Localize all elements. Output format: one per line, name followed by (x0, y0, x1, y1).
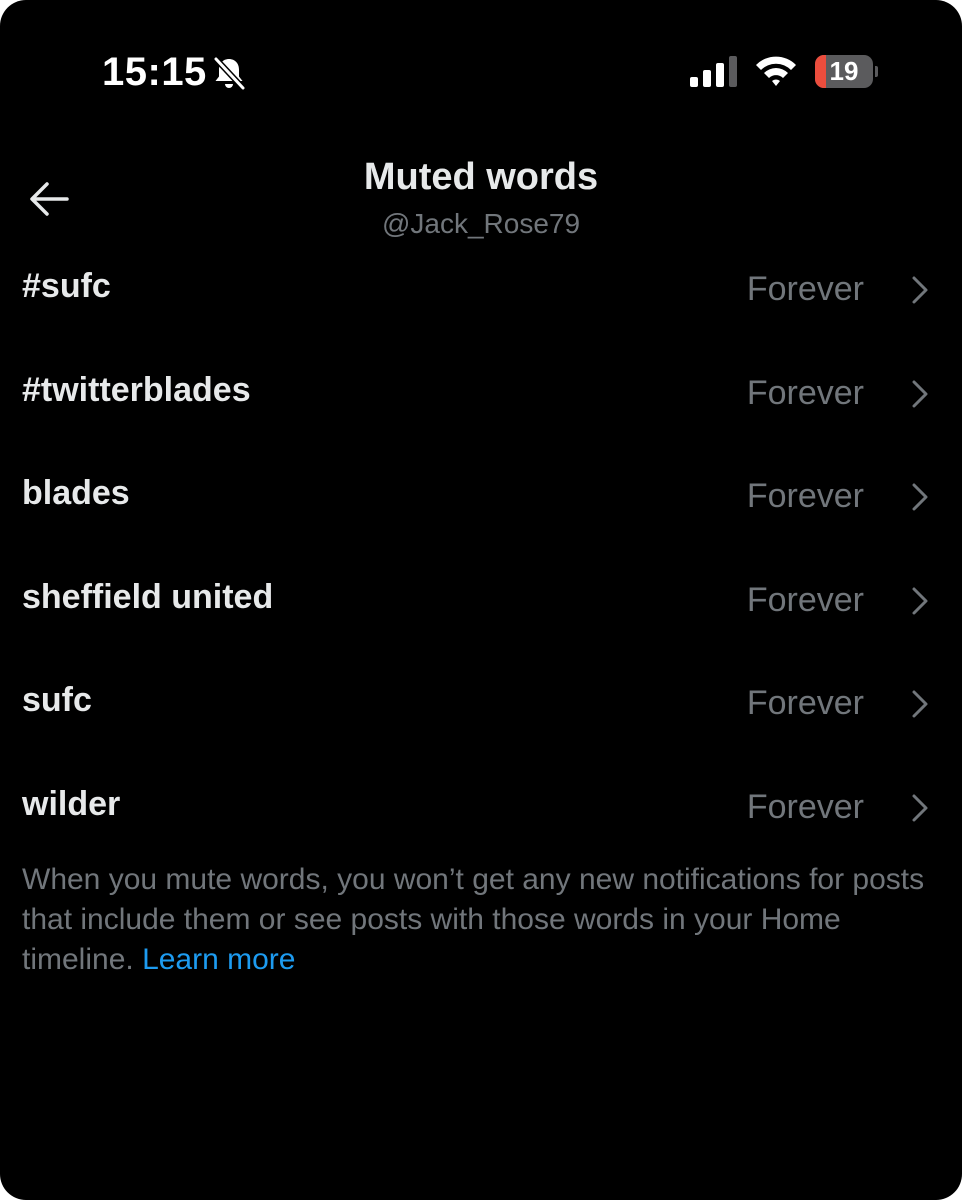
mute-duration: Forever (746, 580, 864, 619)
mute-duration: Forever (746, 787, 864, 826)
wifi-icon (756, 56, 796, 86)
muted-word-row[interactable]: #twitterblades Forever (0, 342, 962, 446)
mute-duration: Forever (746, 477, 864, 516)
chevron-right-icon (912, 690, 928, 718)
chevron-right-icon (912, 483, 928, 511)
muted-words-info: When you mute words, you won’t get any n… (22, 860, 940, 980)
learn-more-link[interactable]: Learn more (142, 943, 295, 976)
chevron-right-icon (912, 587, 928, 615)
muted-word-row[interactable]: blades Forever (0, 445, 962, 549)
muted-words-list: #sufc Forever #twitterblades Forever blades F… (0, 238, 962, 860)
muted-word-label: #twitterblades (22, 370, 251, 409)
account-handle: @Jack_Rose79 (381, 208, 581, 239)
page-title: Muted words (363, 156, 599, 198)
muted-words-screen: 15:15 19 Muted words @Jack_Rose79 #sufc … (0, 0, 962, 1200)
muted-word-row[interactable]: #sufc Forever (0, 238, 962, 342)
mute-duration: Forever (746, 270, 864, 308)
battery-icon: 19 (815, 55, 878, 88)
battery-level: 19 (829, 56, 859, 86)
muted-word-row[interactable]: wilder Forever (0, 756, 962, 860)
chevron-right-icon (912, 380, 928, 408)
status-bar: 15:15 19 (0, 0, 962, 140)
cellular-signal-icon (690, 56, 737, 87)
mute-duration: Forever (746, 373, 864, 412)
muted-word-label: blades (22, 474, 130, 513)
chevron-right-icon (912, 276, 928, 304)
muted-word-label: #sufc (22, 267, 111, 305)
mute-duration: Forever (746, 684, 864, 723)
muted-word-row[interactable]: sheffield united Forever (0, 549, 962, 653)
status-time: 15:15 (102, 50, 207, 94)
muted-word-label: wilder (22, 784, 121, 823)
muted-word-label: sufc (22, 681, 92, 720)
bell-slash-icon (213, 56, 246, 91)
chevron-right-icon (912, 794, 928, 822)
muted-word-label: sheffield united (22, 577, 274, 616)
muted-word-row[interactable]: sufc Forever (0, 652, 962, 756)
